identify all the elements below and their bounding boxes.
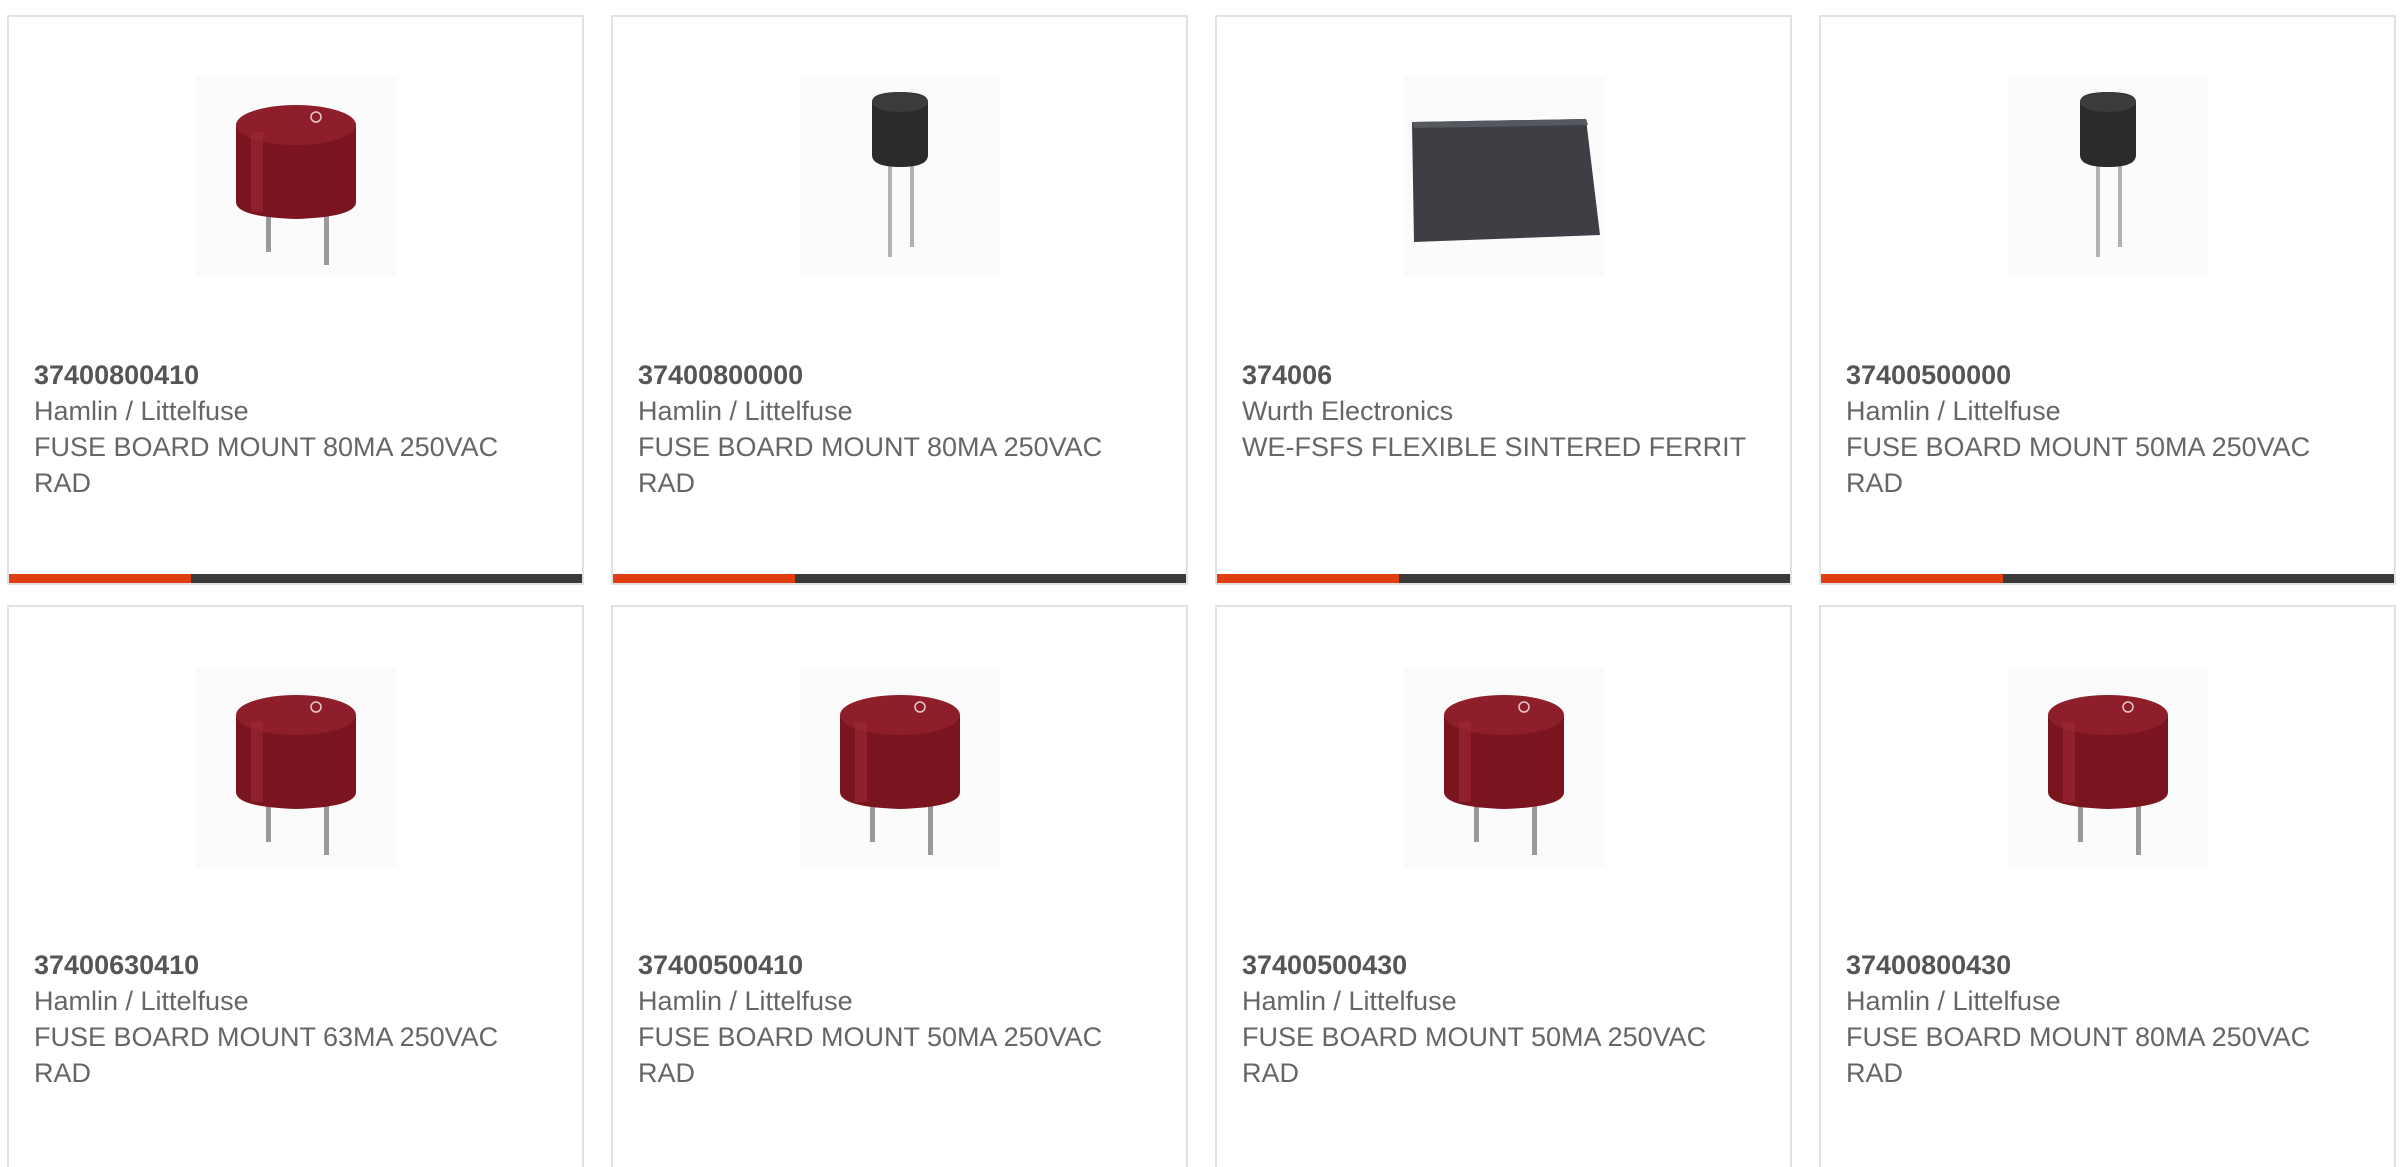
- red-radial-fuse-icon: [2047, 695, 2168, 855]
- part-number[interactable]: 37400500430: [1242, 947, 1770, 983]
- card-bar-accent: [9, 574, 191, 583]
- card-bottom-bar: [9, 574, 582, 583]
- description: FUSE BOARD MOUNT 50MA 250VAC RAD: [638, 1022, 1103, 1088]
- product-card[interactable]: 37400800430 Hamlin / Littelfuse FUSE BOA…: [1819, 605, 2396, 1167]
- product-card[interactable]: 37400800410 Hamlin / Littelfuse FUSE BOA…: [7, 15, 584, 585]
- product-card[interactable]: 37400500410 Hamlin / Littelfuse FUSE BOA…: [611, 605, 1188, 1167]
- part-number[interactable]: 37400800430: [1846, 947, 2374, 983]
- black-radial-fuse-icon: [871, 92, 928, 257]
- product-image[interactable]: [1403, 667, 1604, 867]
- description: FUSE BOARD MOUNT 80MA 250VAC RAD: [638, 432, 1103, 498]
- manufacturer: Hamlin / Littelfuse: [1242, 986, 1457, 1016]
- red-radial-fuse-icon: [235, 695, 356, 855]
- product-image[interactable]: [799, 77, 1000, 277]
- manufacturer: Hamlin / Littelfuse: [638, 986, 853, 1016]
- card-bar-accent: [1821, 574, 2003, 583]
- description: FUSE BOARD MOUNT 80MA 250VAC RAD: [34, 432, 499, 498]
- ferrite-sheet-icon: [1411, 119, 1600, 242]
- part-number[interactable]: 37400800000: [638, 357, 1166, 393]
- product-image[interactable]: [799, 667, 1000, 867]
- product-image[interactable]: [2007, 77, 2208, 277]
- product-card[interactable]: 37400630410 Hamlin / Littelfuse FUSE BOA…: [7, 605, 584, 1167]
- description: FUSE BOARD MOUNT 50MA 250VAC RAD: [1846, 432, 2311, 498]
- product-image[interactable]: [2007, 667, 2208, 867]
- manufacturer: Hamlin / Littelfuse: [34, 986, 249, 1016]
- red-radial-fuse-icon: [1443, 695, 1564, 855]
- card-bottom-bar: [1217, 574, 1790, 583]
- black-radial-fuse-icon: [2079, 92, 2136, 257]
- part-number[interactable]: 37400630410: [34, 947, 562, 983]
- product-card[interactable]: 37400800000 Hamlin / Littelfuse FUSE BOA…: [611, 15, 1188, 585]
- product-card[interactable]: 37400500430 Hamlin / Littelfuse FUSE BOA…: [1215, 605, 1792, 1167]
- product-image[interactable]: [1403, 77, 1604, 277]
- part-number[interactable]: 374006: [1242, 357, 1770, 393]
- product-grid: 37400800410 Hamlin / Littelfuse FUSE BOA…: [0, 0, 2400, 1167]
- card-bar-accent: [1217, 574, 1399, 583]
- manufacturer: Wurth Electronics: [1242, 396, 1454, 426]
- description: FUSE BOARD MOUNT 80MA 250VAC RAD: [1846, 1022, 2311, 1088]
- product-image[interactable]: [195, 667, 396, 867]
- product-card[interactable]: 374006 Wurth Electronics WE-FSFS FLEXIBL…: [1215, 15, 1792, 585]
- description: FUSE BOARD MOUNT 50MA 250VAC RAD: [1242, 1022, 1707, 1088]
- manufacturer: Hamlin / Littelfuse: [1846, 986, 2061, 1016]
- product-card[interactable]: 37400500000 Hamlin / Littelfuse FUSE BOA…: [1819, 15, 2396, 585]
- product-image[interactable]: [195, 77, 396, 277]
- card-bottom-bar: [613, 574, 1186, 583]
- part-number[interactable]: 37400800410: [34, 357, 562, 393]
- red-radial-fuse-icon: [235, 105, 356, 265]
- card-bar-accent: [613, 574, 795, 583]
- red-radial-fuse-icon: [839, 695, 960, 855]
- description: FUSE BOARD MOUNT 63MA 250VAC RAD: [34, 1022, 499, 1088]
- description: WE-FSFS FLEXIBLE SINTERED FERRIT: [1242, 432, 1747, 462]
- manufacturer: Hamlin / Littelfuse: [1846, 396, 2061, 426]
- card-bottom-bar: [1821, 574, 2394, 583]
- manufacturer: Hamlin / Littelfuse: [34, 396, 249, 426]
- part-number[interactable]: 37400500000: [1846, 357, 2374, 393]
- manufacturer: Hamlin / Littelfuse: [638, 396, 853, 426]
- part-number[interactable]: 37400500410: [638, 947, 1166, 983]
